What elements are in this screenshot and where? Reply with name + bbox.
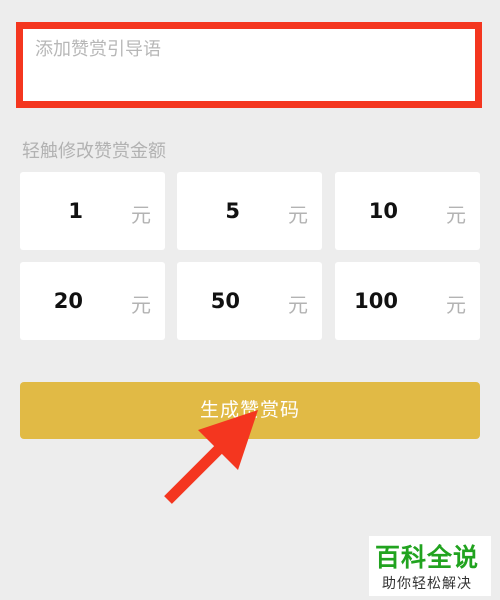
watermark-title: 百科全说 [375,543,480,572]
watermark-logo: 百科全说 助你轻松解决 [369,536,491,596]
pointer-arrow-icon [164,410,258,504]
watermark-subtitle: 助你轻松解决 [382,576,472,592]
